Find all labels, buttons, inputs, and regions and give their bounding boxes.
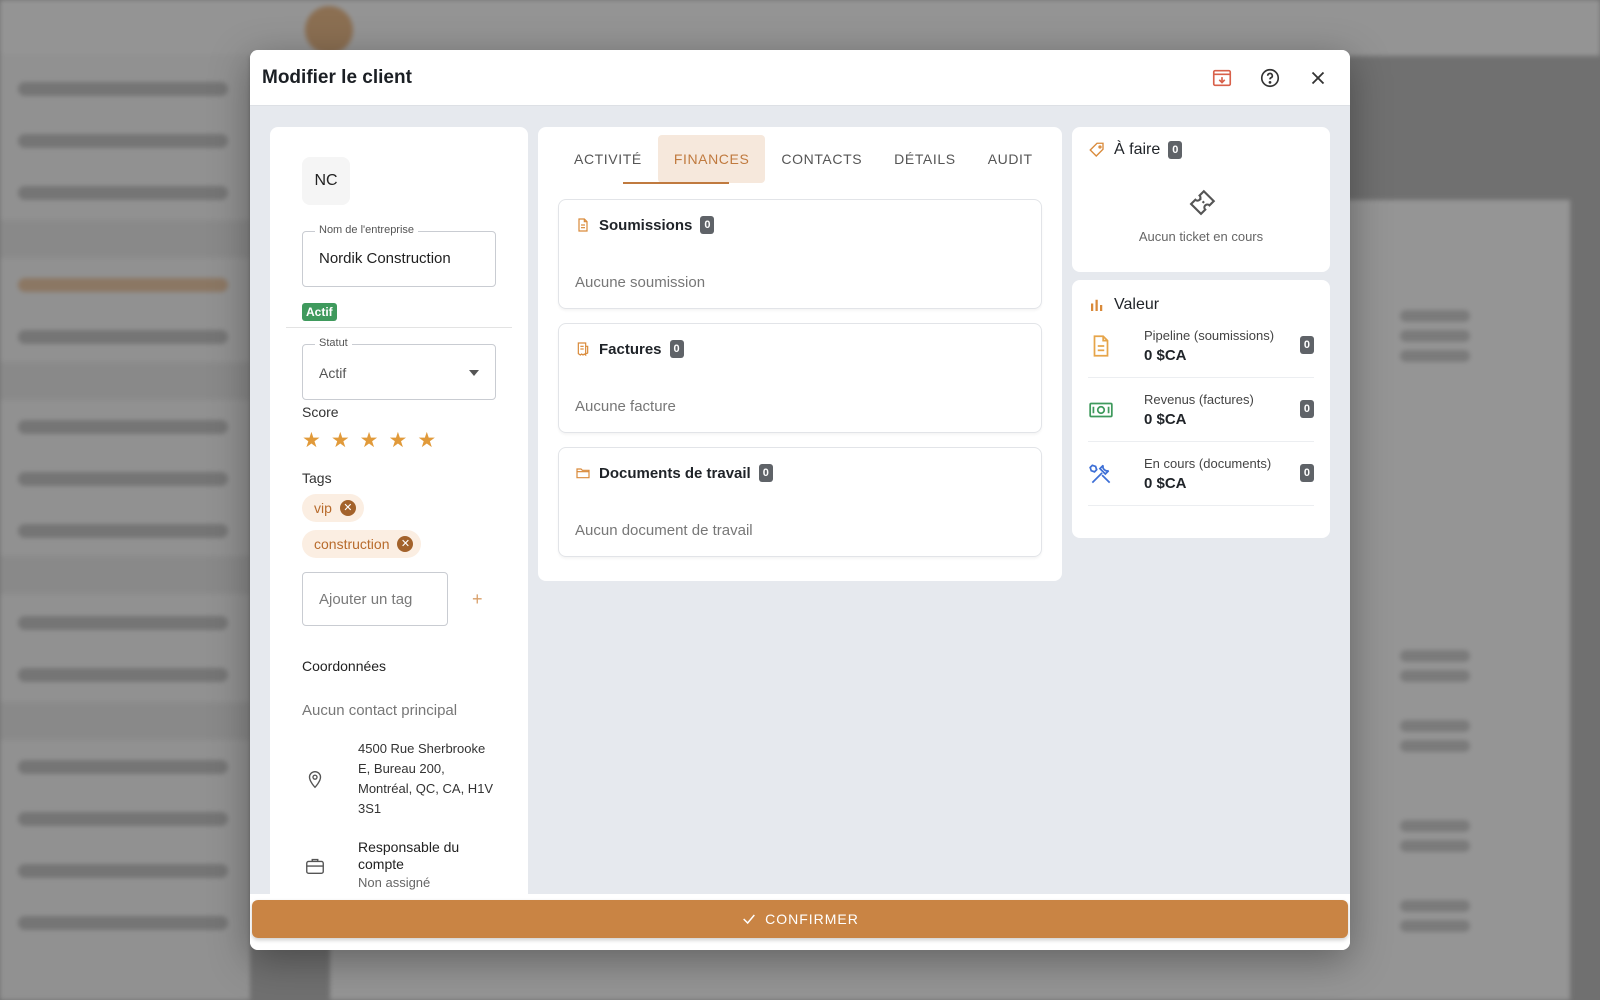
work-documents-count: 0 (758, 464, 773, 482)
invoices-title: Factures (599, 340, 662, 358)
company-name-label: Nom de l'entreprise (315, 224, 419, 236)
value-card: Valeur Pipeline (soumissions) 0 $CA 0 Re… (1072, 280, 1330, 538)
status-value: Actif (319, 365, 347, 381)
location-pin-icon (308, 771, 322, 789)
account-manager-value: Non assigné (358, 875, 431, 890)
score-label: Score (302, 404, 339, 420)
tab-bar: ACTIVITÉ FINANCES CONTACTS DÉTAILS AUDIT (558, 135, 1042, 184)
cash-icon (1089, 402, 1113, 417)
quotes-panel: Soumissions 0 Aucune soumission (558, 199, 1042, 309)
invoice-icon (577, 342, 589, 357)
star-icon[interactable]: ★ (302, 430, 321, 452)
value-row: En cours (documents) 0 $CA 0 (1088, 442, 1314, 506)
tag-icon (1089, 142, 1104, 157)
folder-icon (576, 468, 590, 479)
help-circle-icon (1260, 68, 1280, 87)
modal-footer: CONFIRMER (250, 894, 1350, 950)
modal-title: Modifier le client (262, 66, 412, 88)
company-name-field[interactable]: Nom de l'entreprise Nordik Construction (302, 224, 496, 287)
todo-card: À faire 0 Aucun ticket en cours (1072, 127, 1330, 272)
coordinates-label: Coordonnées (302, 658, 387, 674)
revenue-label: Revenus (factures) (1144, 391, 1254, 407)
star-icon[interactable]: ★ (388, 430, 407, 452)
client-tabs-panel: ACTIVITÉ FINANCES CONTACTS DÉTAILS AUDIT… (538, 127, 1062, 581)
work-documents-empty: Aucun document de travail (575, 522, 753, 539)
client-avatar: NC (302, 157, 350, 205)
work-documents-panel: Documents de travail 0 Aucun document de… (558, 447, 1042, 557)
bar-chart-icon (1091, 299, 1103, 311)
tag-chip: vip ✕ (302, 494, 364, 522)
account-manager-label: Responsable du compte (358, 839, 460, 872)
star-icon[interactable]: ★ (360, 430, 379, 452)
invoices-count: 0 (669, 340, 684, 358)
value-row: Revenus (factures) 0 $CA 0 (1088, 378, 1314, 442)
in-progress-amount: 0 $CA (1144, 474, 1187, 492)
quotes-title: Soumissions (599, 216, 693, 234)
tab-details[interactable]: DÉTAILS (878, 135, 972, 183)
revenue-amount: 0 $CA (1144, 410, 1187, 428)
briefcase-icon (306, 858, 324, 875)
add-tag-button[interactable]: + (472, 589, 483, 610)
close-button[interactable] (1298, 58, 1338, 98)
status-badge: Actif (302, 303, 337, 321)
todo-count: 0 (1168, 141, 1183, 159)
remove-tag-icon[interactable]: ✕ (397, 536, 414, 552)
close-icon (1311, 71, 1325, 84)
status-label: Statut (315, 337, 352, 349)
pipeline-label: Pipeline (soumissions) (1144, 327, 1275, 343)
account-manager-row: Responsable du compte Non assigné (302, 839, 496, 893)
tools-icon (1089, 463, 1111, 483)
star-icon[interactable]: ★ (417, 430, 436, 452)
ticket-icon (1189, 189, 1216, 216)
active-tab-indicator (623, 182, 729, 184)
tag-chip: construction ✕ (302, 530, 422, 558)
modal-header: Modifier le client (250, 50, 1350, 106)
revenue-count: 0 (1299, 400, 1314, 418)
document-icon (1093, 334, 1109, 357)
pipeline-count: 0 (1299, 336, 1314, 354)
todo-title: À faire (1114, 141, 1161, 158)
archive-button[interactable] (1202, 58, 1242, 98)
remove-tag-icon[interactable]: ✕ (339, 500, 356, 516)
edit-client-modal: Modifier le client NC Nom de l'entrepris… (250, 50, 1350, 950)
quotes-count: 0 (700, 216, 715, 234)
tags-label: Tags (302, 470, 332, 486)
address-text: 4500 Rue Sherbrooke E, Bureau 200, Montr… (358, 741, 494, 816)
client-info-card: NC Nom de l'entreprise Nordik Constructi… (270, 127, 528, 947)
archive-icon (1212, 69, 1232, 86)
invoices-empty: Aucune facture (575, 398, 676, 415)
pipeline-amount: 0 $CA (1144, 346, 1187, 364)
add-tag-row: Ajouter un tag + (302, 572, 496, 626)
confirm-label: CONFIRMER (765, 911, 859, 927)
in-progress-count: 0 (1299, 464, 1314, 482)
tab-finances[interactable]: FINANCES (657, 135, 766, 183)
company-name-input[interactable]: Nordik Construction (319, 250, 451, 267)
value-row: Pipeline (soumissions) 0 $CA 0 (1088, 314, 1314, 378)
in-progress-label: En cours (documents) (1144, 455, 1272, 471)
help-button[interactable] (1250, 58, 1290, 98)
confirm-button[interactable]: CONFIRMER (252, 900, 1348, 938)
check-icon (743, 914, 756, 925)
tag-label: vip (314, 500, 332, 516)
tag-label: construction (314, 536, 390, 552)
divider (286, 327, 512, 328)
no-primary-contact: Aucun contact principal (302, 702, 458, 719)
add-tag-input[interactable]: Ajouter un tag (302, 572, 448, 626)
chevron-down-icon (469, 370, 479, 376)
tab-audit[interactable]: AUDIT (972, 135, 1049, 183)
value-title: Valeur (1114, 296, 1160, 313)
status-select[interactable]: Statut Actif (302, 337, 496, 400)
tab-activite[interactable]: ACTIVITÉ (558, 135, 658, 183)
document-icon (578, 218, 588, 232)
invoices-panel: Factures 0 Aucune facture (558, 323, 1042, 433)
address-row: 4500 Rue Sherbrooke E, Bureau 200, Montr… (302, 739, 496, 819)
star-icon[interactable]: ★ (331, 430, 350, 452)
quotes-empty: Aucune soumission (575, 274, 706, 291)
todo-empty: Aucun ticket en cours (1138, 229, 1264, 244)
work-documents-title: Documents de travail (599, 464, 751, 482)
tab-contacts[interactable]: CONTACTS (765, 135, 878, 183)
score-rating[interactable]: ★ ★ ★ ★ ★ (302, 430, 496, 452)
